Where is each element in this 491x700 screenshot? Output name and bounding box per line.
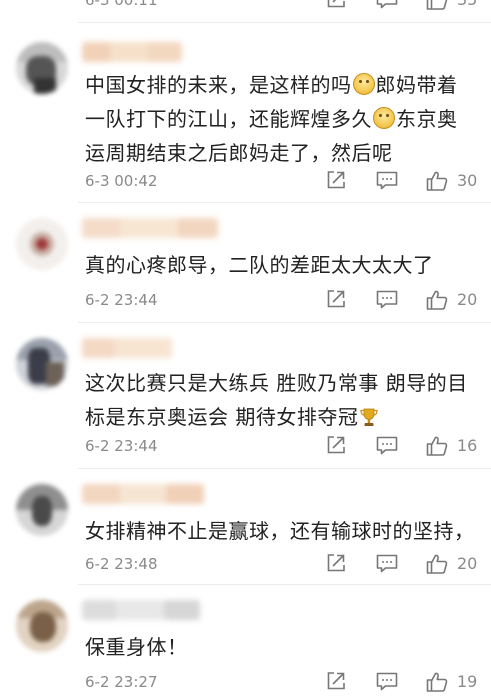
like-button[interactable]: 35 bbox=[425, 0, 477, 12]
reply-icon bbox=[375, 288, 399, 310]
share-button[interactable] bbox=[325, 288, 347, 310]
comment-time: 6-2 23:44 bbox=[85, 437, 158, 455]
like-button[interactable]: 19 bbox=[425, 670, 477, 694]
comment-item: 中国女排的未来，是这样的吗 郎妈带着一队打下的江山，还能辉煌多久 东京奥运周期结束之… bbox=[0, 34, 491, 200]
avatar[interactable] bbox=[16, 218, 68, 270]
like-button[interactable]: 20 bbox=[425, 552, 477, 576]
like-button[interactable]: 16 bbox=[425, 434, 477, 458]
share-icon bbox=[325, 670, 347, 692]
reply-button[interactable] bbox=[375, 169, 399, 191]
like-count: 19 bbox=[457, 672, 478, 691]
comment-meta: 6-2 23:44 20 bbox=[85, 288, 491, 312]
comment-meta: 6-2 23:44 16 bbox=[85, 434, 491, 458]
share-button[interactable] bbox=[325, 670, 347, 692]
like-count: 16 bbox=[457, 436, 478, 455]
reply-button[interactable] bbox=[375, 0, 399, 10]
comment-item: 保重身体！ 6-2 23:27 19 bbox=[0, 594, 491, 700]
comment-meta: 6-2 23:48 20 bbox=[85, 552, 491, 576]
trophy-emoji bbox=[360, 408, 379, 426]
share-icon bbox=[325, 169, 347, 191]
like-count: 35 bbox=[457, 0, 477, 12]
thumbs-up-icon bbox=[425, 169, 449, 193]
comment-item: 这次比赛只是大练兵 胜败乃常事 朗导的目标是东京奥运会 期待女排夺冠 6-2 2… bbox=[0, 332, 491, 466]
comment-time: 6-3 00:42 bbox=[85, 172, 158, 190]
username-blurred[interactable] bbox=[82, 484, 204, 504]
comment-text: 保重身体！ bbox=[85, 635, 188, 659]
username-blurred[interactable] bbox=[82, 42, 182, 62]
comment-meta: 6-3 00:11 35 bbox=[85, 0, 491, 12]
thumbs-up-icon bbox=[425, 0, 449, 12]
reply-icon bbox=[375, 169, 399, 191]
reply-button[interactable] bbox=[375, 434, 399, 456]
reply-icon bbox=[375, 434, 399, 456]
avatar[interactable] bbox=[16, 600, 68, 652]
divider bbox=[78, 584, 491, 585]
thumbs-up-icon bbox=[425, 670, 449, 694]
comment-time: 6-2 23:27 bbox=[85, 673, 158, 691]
thumbs-up-icon bbox=[425, 552, 449, 576]
share-icon bbox=[325, 288, 347, 310]
share-icon bbox=[325, 0, 347, 10]
smile-emoji bbox=[352, 73, 375, 95]
smile-emoji bbox=[373, 107, 395, 129]
username-blurred[interactable] bbox=[82, 218, 218, 238]
comment-meta: 6-3 00:42 30 bbox=[85, 169, 491, 193]
comment-time: 6-3 00:11 bbox=[85, 0, 158, 9]
comment-meta: 6-2 23:27 19 bbox=[85, 670, 491, 694]
like-count: 20 bbox=[457, 290, 478, 309]
avatar[interactable] bbox=[16, 338, 68, 390]
reply-button[interactable] bbox=[375, 288, 399, 310]
comment-text: 中国女排的未来，是这样的吗 郎妈带着一队打下的江山，还能辉煌多久 东京奥运周期结束之… bbox=[85, 68, 477, 170]
comment-item: 女排精神不止是赢球，还有输球时的坚持， 6-2 23:48 20 bbox=[0, 478, 491, 582]
comment-item: 真的心疼郎导，二队的差距太大太大了 6-2 23:44 20 bbox=[0, 212, 491, 312]
divider bbox=[78, 202, 491, 203]
comment-text-segment: 这次比赛只是大练兵 胜败乃常事 朗导的目标是东京奥运会 期待女排夺冠 bbox=[85, 371, 468, 429]
previous-comment-meta: 6-3 00:11 35 bbox=[0, 0, 491, 16]
share-button[interactable] bbox=[325, 434, 347, 456]
share-button[interactable] bbox=[325, 169, 347, 191]
reply-icon bbox=[375, 0, 399, 10]
reply-icon bbox=[375, 670, 399, 692]
reply-button[interactable] bbox=[375, 670, 399, 692]
comment-time: 6-2 23:44 bbox=[85, 291, 158, 309]
username-blurred[interactable] bbox=[82, 600, 200, 620]
share-button[interactable] bbox=[325, 0, 347, 10]
like-button[interactable]: 30 bbox=[425, 169, 477, 193]
comment-text: 这次比赛只是大练兵 胜败乃常事 朗导的目标是东京奥运会 期待女排夺冠 bbox=[85, 366, 477, 434]
avatar[interactable] bbox=[16, 484, 68, 536]
reply-icon bbox=[375, 552, 399, 574]
comment-time: 6-2 23:48 bbox=[85, 555, 158, 573]
share-icon bbox=[325, 434, 347, 456]
like-button[interactable]: 20 bbox=[425, 288, 477, 312]
like-count: 30 bbox=[457, 171, 478, 190]
username-blurred[interactable] bbox=[82, 338, 172, 358]
comment-text-segment: 中国女排的未来，是这样的吗 bbox=[85, 73, 352, 97]
share-icon bbox=[325, 552, 347, 574]
divider bbox=[78, 22, 491, 23]
comment-text: 女排精神不止是赢球，还有输球时的坚持， bbox=[85, 519, 475, 543]
comment-text: 真的心疼郎导，二队的差距太大太大了 bbox=[85, 253, 434, 277]
divider bbox=[78, 468, 491, 469]
thumbs-up-icon bbox=[425, 434, 449, 458]
avatar[interactable] bbox=[16, 42, 68, 94]
share-button[interactable] bbox=[325, 552, 347, 574]
reply-button[interactable] bbox=[375, 552, 399, 574]
thumbs-up-icon bbox=[425, 288, 449, 312]
divider bbox=[78, 322, 491, 323]
like-count: 20 bbox=[457, 554, 478, 573]
